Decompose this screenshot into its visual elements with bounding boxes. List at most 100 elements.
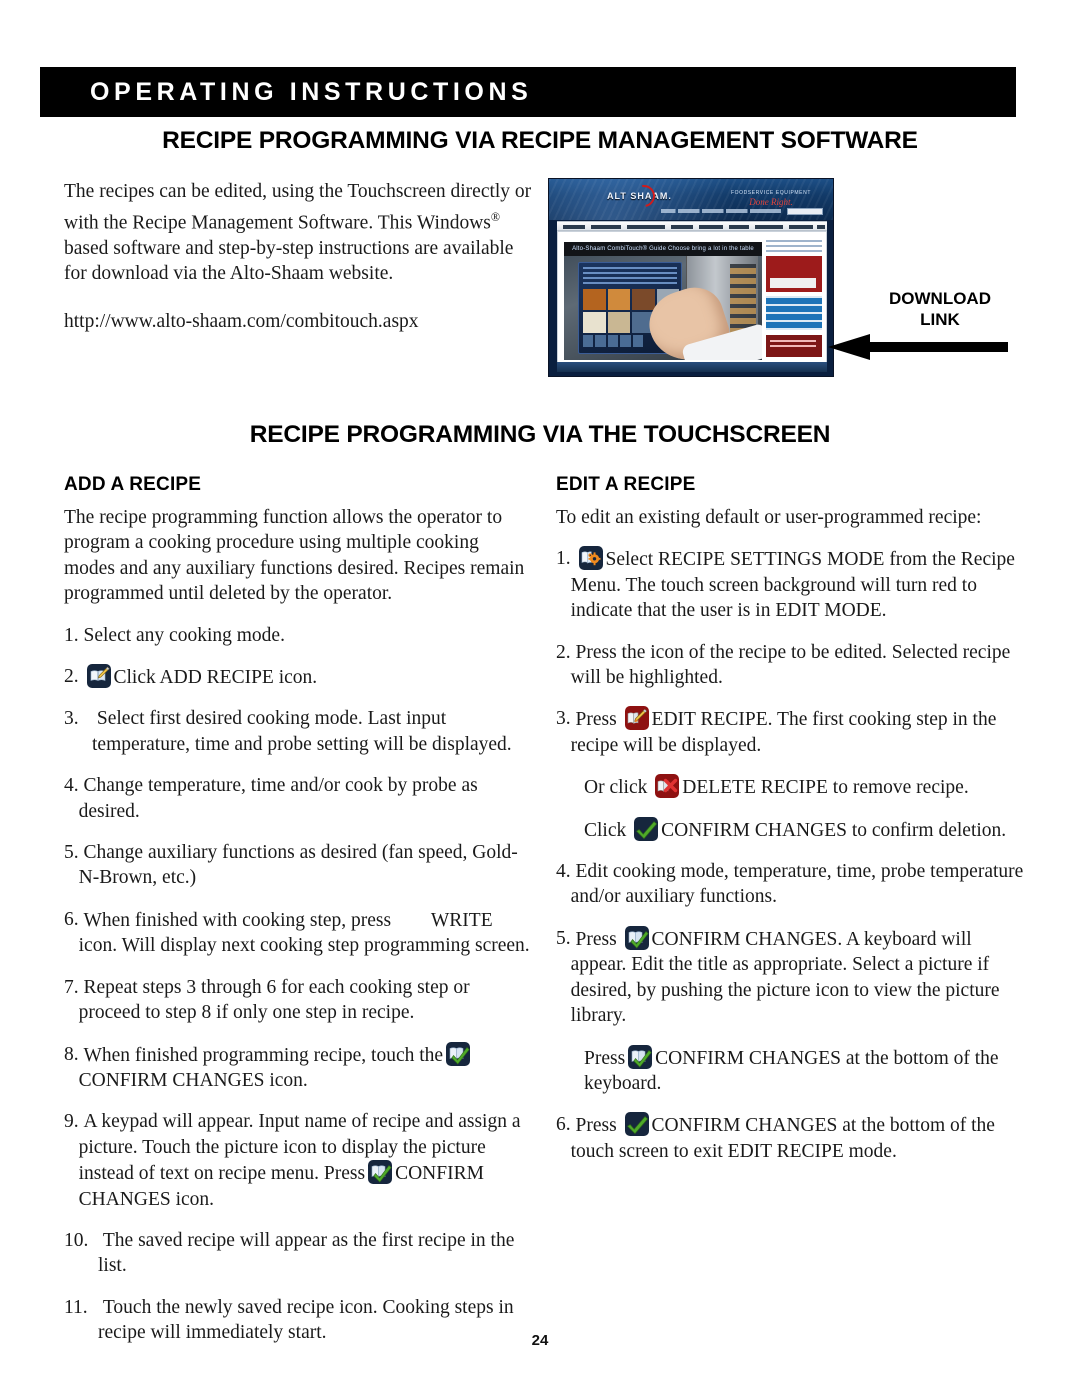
intro-text-block: The recipes can be edited, using the Tou… <box>64 179 532 334</box>
list-item: 3. Press EDIT RECIPE. The first cooking … <box>556 706 1026 758</box>
step-text-after: CONFIRM CHANGES icon. <box>78 1069 308 1091</box>
confirm-check-icon[interactable] <box>634 816 659 841</box>
step-number: 5. <box>556 927 571 949</box>
list-item: 6. Press CONFIRM CHANGES at the bottom o… <box>556 1112 1026 1164</box>
website-utility-nav <box>661 209 781 213</box>
step-text-before: Click <box>584 819 627 841</box>
step-text-before: When finished programming recipe, touch … <box>83 1044 444 1066</box>
list-item: 5. Press CONFIRM CHANGES. A keyboard wil… <box>556 925 1026 1029</box>
intro-paragraph-part2: based software and step-by-step instruct… <box>64 237 514 285</box>
step-number: 6. <box>556 1114 571 1136</box>
step-text: Select first desired cooking mode. Last … <box>92 708 512 755</box>
confirm-changes-icon[interactable] <box>368 1160 393 1185</box>
website-body: Alto-Shaam CombiTouch® Guide Choose brin… <box>557 231 827 365</box>
delete-recipe-icon[interactable] <box>655 774 680 799</box>
edit-recipe-column: To edit an existing default or user-prog… <box>556 505 1026 1180</box>
step-number: 5. <box>64 842 79 864</box>
step-text-after: CONFIRM CHANGES to confirm deletion. <box>661 819 1007 841</box>
alto-shaam-website-screenshot: ALT SHAAM. FOODSERVICE EQUIPMENT Done Ri… <box>548 178 834 377</box>
sidebar-blue-links[interactable] <box>766 296 822 330</box>
combitouch-software-download-button[interactable] <box>766 335 822 357</box>
logo-swoosh-icon <box>628 180 660 212</box>
website-tagline: FOODSERVICE EQUIPMENT Done Right. <box>731 190 811 207</box>
website-header: ALT SHAAM. FOODSERVICE EQUIPMENT Done Ri… <box>549 179 833 220</box>
website-search-input[interactable] <box>787 208 823 215</box>
sidebar-red-promo[interactable] <box>766 256 822 292</box>
recipe-settings-mode-icon[interactable] <box>578 546 603 571</box>
step-text-before: Press <box>575 1115 617 1137</box>
step-number: 7. <box>64 976 79 998</box>
step-number: 4. <box>556 861 571 883</box>
step-number: 2. <box>64 666 79 688</box>
page-number: 24 <box>531 1332 549 1349</box>
step-text: The saved recipe will appear as the firs… <box>98 1229 515 1277</box>
list-item-sub: Press CONFIRM CHANGES at the bottom of th… <box>584 1044 1026 1097</box>
download-url[interactable]: http://www.alto-shaam.com/combitouch.asp… <box>64 309 532 335</box>
list-item: 8. When finished programming recipe, tou… <box>64 1041 534 1094</box>
subheading-add-recipe: ADD A RECIPE <box>64 474 202 495</box>
list-item: 1. Select any cooking mode. <box>64 623 534 648</box>
step-number: 9. <box>64 1111 79 1133</box>
step-text: Press the icon of the recipe to be edite… <box>570 641 1011 689</box>
step-text: Click ADD RECIPE icon. <box>113 667 318 689</box>
list-item: 4. Change temperature, time and/or cook … <box>64 773 534 824</box>
confirm-changes-icon[interactable] <box>446 1041 471 1066</box>
left-arrow-icon <box>828 334 1008 360</box>
download-link-line1: DOWNLOAD <box>889 289 991 308</box>
list-item: 1. Select RECIPE SETTINGS MODE from the … <box>556 546 1026 623</box>
list-item: 5. Change auxiliary functions as desired… <box>64 840 534 891</box>
intro-paragraph-part1: The recipes can be edited, using the Tou… <box>64 181 532 234</box>
page-title-touchscreen: RECIPE PROGRAMMING VIA THE TOUCHSCREEN <box>249 421 831 448</box>
add-recipe-icon[interactable] <box>86 664 111 689</box>
add-recipe-column: The recipe programming function allows t… <box>64 505 534 1362</box>
edit-recipe-icon[interactable] <box>624 706 649 731</box>
list-item: 3. Select first desired cooking mode. La… <box>64 706 534 757</box>
step-number: 10. <box>64 1229 89 1251</box>
step-text: Repeat steps 3 through 6 for each cookin… <box>78 976 470 1024</box>
confirm-check-icon[interactable] <box>624 1112 649 1137</box>
step-text-before: Press <box>584 1047 626 1069</box>
step-number: 1. <box>556 548 571 570</box>
hero-title: Alto-Shaam CombiTouch® Guide Choose brin… <box>564 242 762 256</box>
download-link-callout: DOWNLOAD LINK <box>855 288 1025 330</box>
operating-instructions-banner: OPERATING INSTRUCTIONS <box>40 67 1016 117</box>
step-text: Change temperature, time and/or cook by … <box>78 775 478 822</box>
step-number: 3. <box>556 708 571 730</box>
confirm-changes-icon[interactable] <box>628 1044 653 1069</box>
list-item: 6. When finished with cooking step, pres… <box>64 907 534 959</box>
registered-mark: ® <box>490 209 501 224</box>
intro-paragraph: The recipes can be edited, using the Tou… <box>64 179 532 287</box>
step-text-before: Press <box>575 709 617 731</box>
panel-button-row <box>583 335 643 347</box>
confirm-changes-icon[interactable] <box>624 925 649 950</box>
step-text: Change auxiliary functions as desired (f… <box>78 842 518 889</box>
tagline-line1: FOODSERVICE EQUIPMENT <box>730 190 811 196</box>
list-item: 7. Repeat steps 3 through 6 for each coo… <box>64 975 534 1026</box>
step-number: 3. <box>64 708 79 730</box>
panel-text-lines <box>583 267 677 285</box>
list-item: 10. The saved recipe will appear as the … <box>64 1228 534 1279</box>
step-text: Edit cooking mode, temperature, time, pr… <box>570 861 1024 908</box>
website-hero-image: Alto-Shaam CombiTouch® Guide Choose brin… <box>564 242 762 360</box>
write-icon-placeholder[interactable] <box>394 907 418 931</box>
website-sidebar <box>766 240 822 360</box>
list-item: 2. Click ADD RECIPE icon. <box>64 664 534 690</box>
list-item: 9. A keypad will appear. Input name of r… <box>64 1109 534 1212</box>
document-page: OPERATING INSTRUCTIONS RECIPE PROGRAMMIN… <box>0 0 1080 1397</box>
add-recipe-intro: The recipe programming function allows t… <box>64 507 525 605</box>
download-link-line2: LINK <box>920 310 960 329</box>
list-item-sub: Or click DELETE RECIPE to remove recipe. <box>584 774 1026 800</box>
step-number: 2. <box>556 641 571 663</box>
website-footer <box>557 362 827 372</box>
tagline-line2: Done Right. <box>749 197 793 207</box>
step-number: 1. <box>64 624 79 646</box>
step-text-after: DELETE RECIPE to remove recipe. <box>682 777 969 799</box>
list-item-sub: Click CONFIRM CHANGES to confirm deletio… <box>584 816 1026 843</box>
list-item: 4. Edit cooking mode, temperature, time,… <box>556 859 1026 910</box>
step-text-before: When finished with cooking step, press <box>83 909 392 931</box>
subheading-edit-recipe: EDIT A RECIPE <box>556 474 696 495</box>
step-number: 8. <box>64 1043 79 1065</box>
step-number: 6. <box>64 908 79 930</box>
website-main-nav[interactable] <box>557 221 827 231</box>
step-text-before: Or click <box>584 777 648 799</box>
